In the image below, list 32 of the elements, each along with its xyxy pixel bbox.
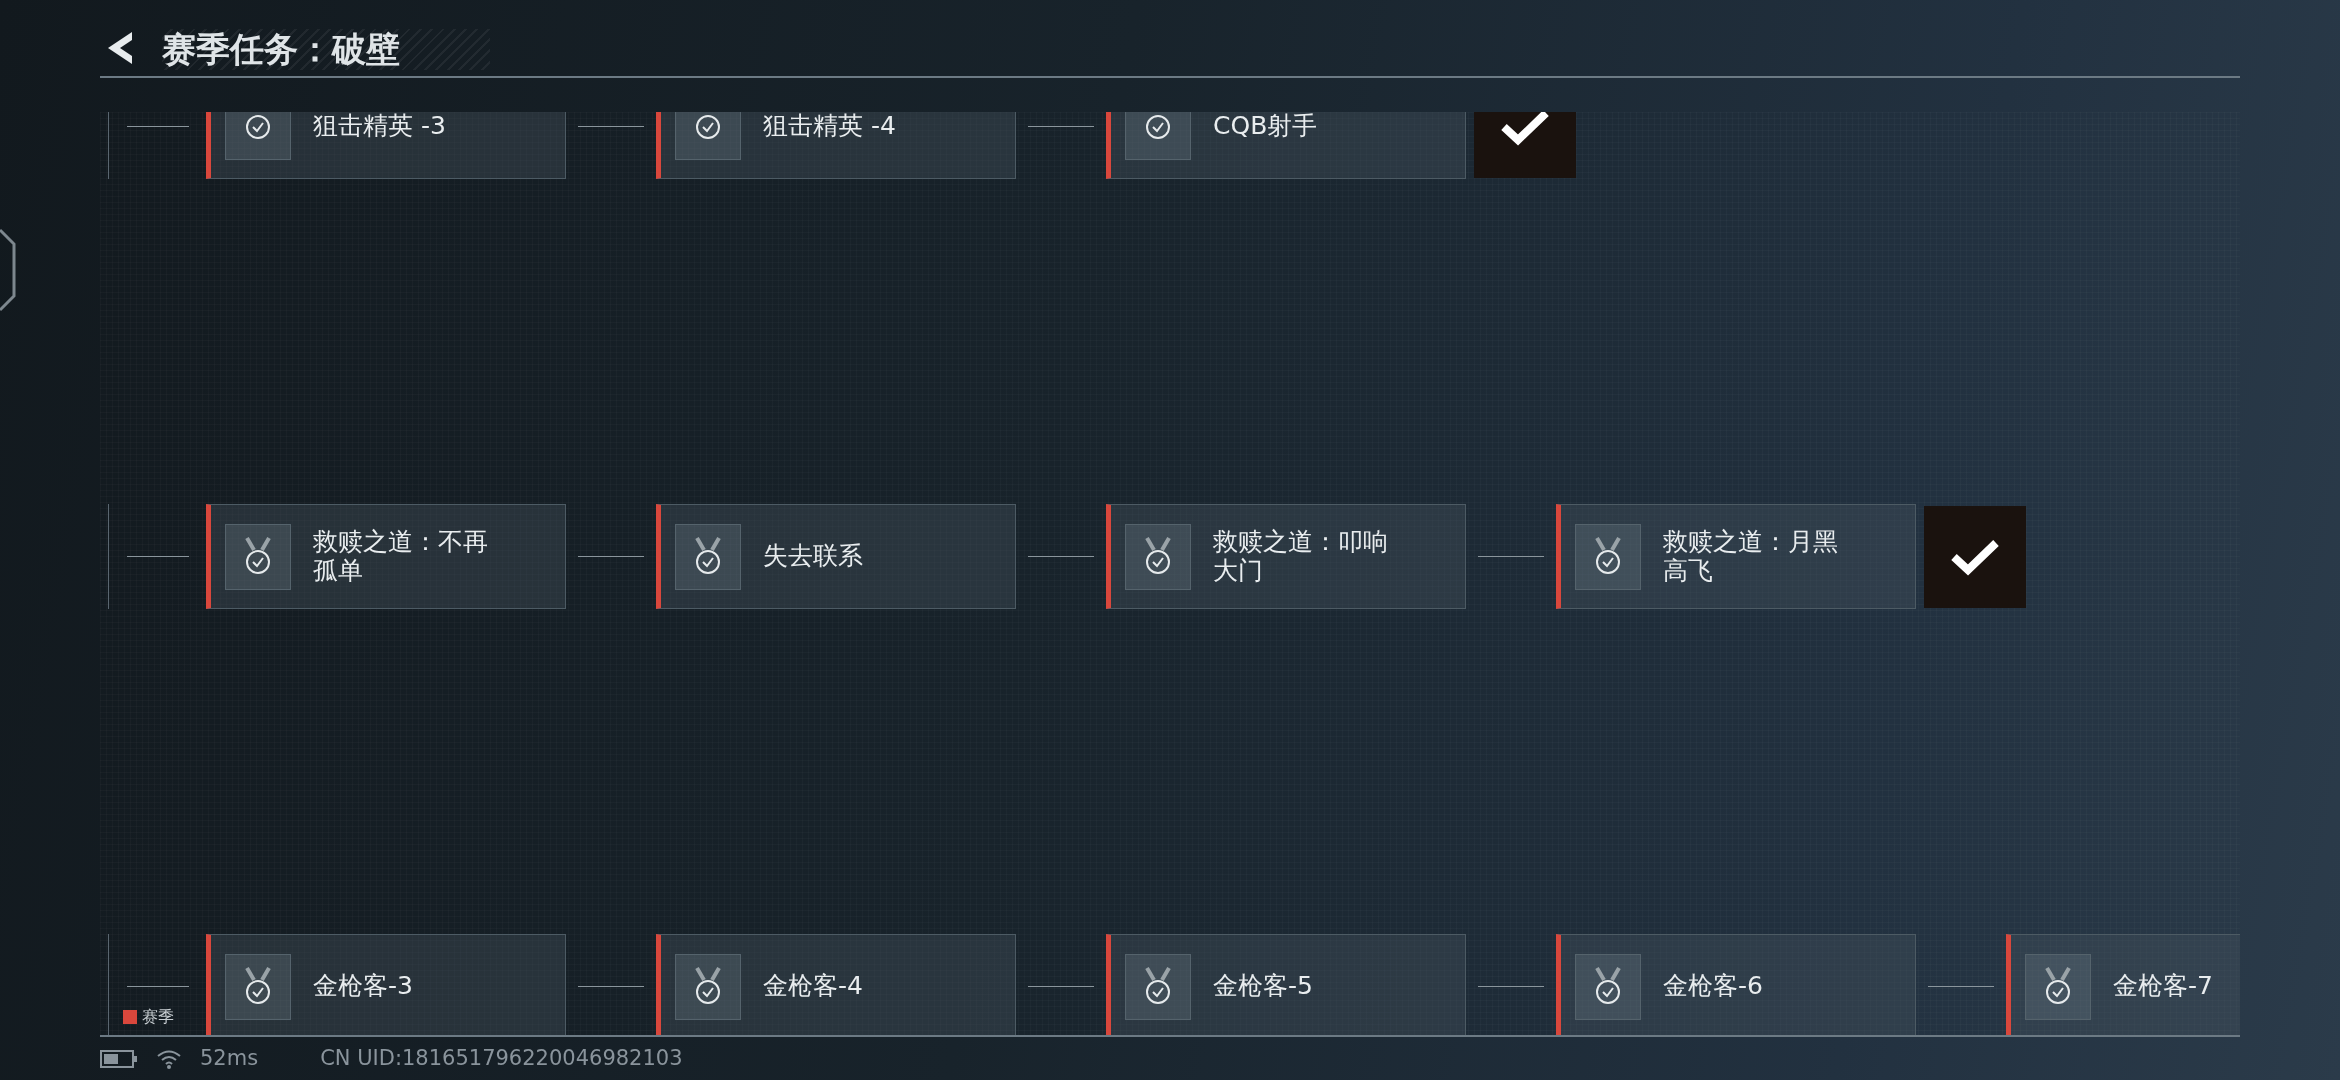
quest-title: 救赎之道：叩响大门 [1213, 527, 1388, 586]
ping-text: 52ms [200, 1044, 259, 1072]
quest-card[interactable]: 金枪客-6 [1556, 934, 1916, 1035]
quest-card[interactable]: 金枪客-3 [206, 934, 566, 1035]
quest-title: 金枪客-3 [313, 972, 414, 1001]
quest-title: 金枪客-5 [1213, 972, 1314, 1001]
quest-card[interactable]: 金枪客-7 [2006, 934, 2240, 1035]
quest-title: 金枪客-6 [1663, 972, 1764, 1001]
quest-title: 失去联系 [763, 542, 864, 571]
quest-card[interactable]: 狙击精英 -3 [206, 112, 566, 179]
check-circle-icon [1143, 112, 1173, 142]
quest-card[interactable]: 失去联系 [656, 504, 1016, 609]
quest-title: 金枪客-4 [763, 972, 864, 1001]
quest-card[interactable]: 救赎之道：叩响大门 [1106, 504, 1466, 609]
page-title: 赛季任务：破壁 [162, 29, 490, 70]
legend-label: 赛季 [142, 1006, 174, 1028]
quest-card[interactable]: CQB射手 [1106, 112, 1466, 179]
quest-title: 金枪客-7 [2113, 972, 2214, 1001]
quest-card[interactable]: 金枪客-4 [656, 934, 1016, 1035]
quest-title: 救赎之道：不再孤单 [313, 527, 488, 586]
quest-title: 狙击精英 -3 [313, 112, 447, 141]
quest-title: CQB射手 [1213, 112, 1319, 141]
quest-title: 救赎之道：月黑高飞 [1663, 527, 1838, 586]
uid-text: CN UID:181651796220046982103 [320, 1044, 683, 1072]
check-circle-icon [693, 112, 723, 142]
quest-title: 狙击精英 -4 [763, 112, 897, 141]
quest-card[interactable]: 狙击精英 -4 [656, 112, 1016, 179]
quest-card[interactable]: 金枪客-5 [1106, 934, 1466, 1035]
quest-card[interactable]: 救赎之道：月黑高飞 [1556, 504, 1916, 609]
quest-card[interactable]: 救赎之道：不再孤单 [206, 504, 566, 609]
check-circle-icon [243, 112, 273, 142]
checkmark-icon [1500, 112, 1550, 147]
